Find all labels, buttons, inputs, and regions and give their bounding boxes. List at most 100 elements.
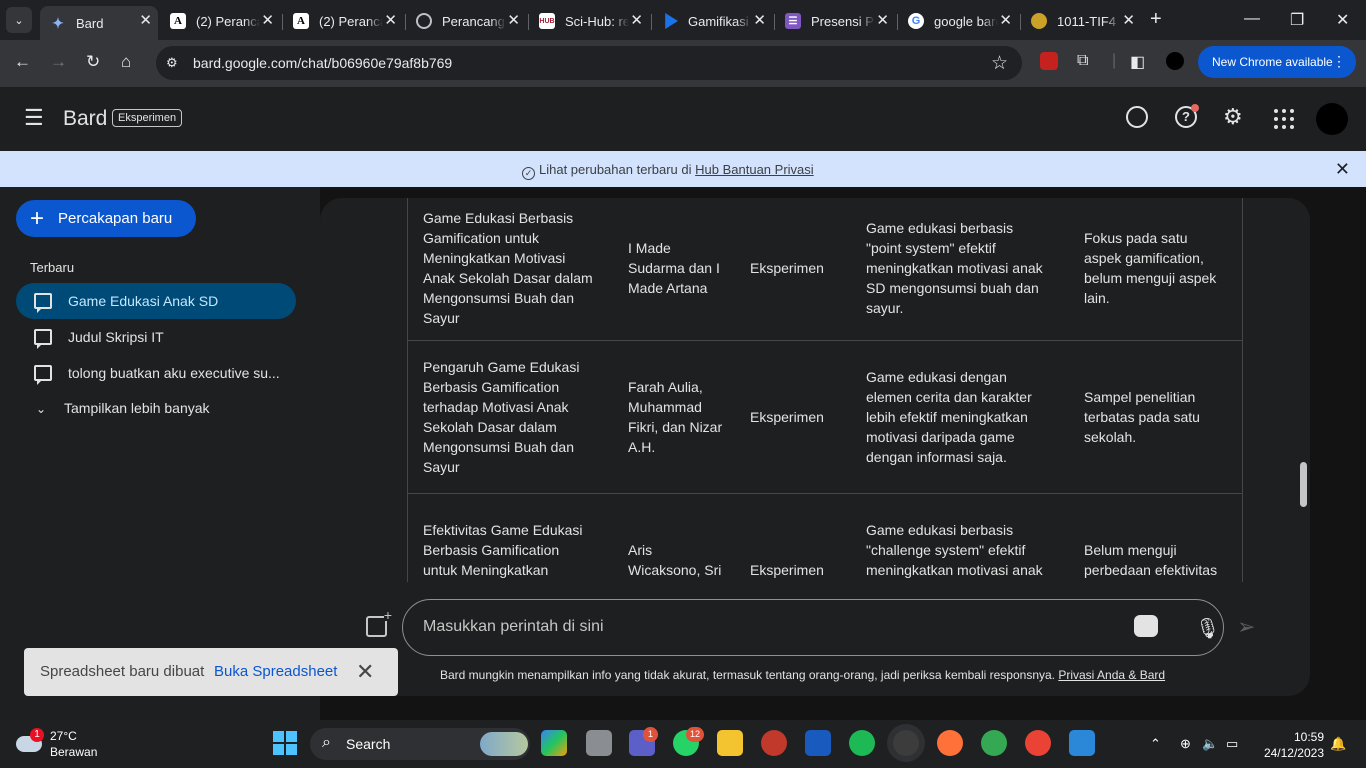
side-panel-icon[interactable]: ◧ <box>1130 52 1145 72</box>
open-spreadsheet-button[interactable]: Buka Spreadsheet <box>214 663 337 680</box>
teams-badge: 1 <box>643 727 658 742</box>
conversation-item[interactable]: Game Edukasi Anak SD <box>16 283 296 319</box>
bard-header: ☰ Bard Eksperimen ? ⚙ <box>0 87 1366 151</box>
privacy-link[interactable]: Privasi Anda & Bard <box>1058 668 1165 682</box>
weather-temperature: 27°C <box>50 729 77 743</box>
spotify-icon[interactable] <box>849 730 875 756</box>
tab-scihub[interactable]: HUB Sci-Hub: removing ✕ <box>529 6 649 36</box>
close-tab-icon[interactable]: ✕ <box>261 13 274 29</box>
url-text[interactable]: bard.google.com/chat/b06960e79af8b769 <box>193 55 452 71</box>
prompt-input[interactable]: Masukkan perintah di sini 🎙 <box>402 599 1224 656</box>
close-banner-icon[interactable]: ✕ <box>1335 159 1350 180</box>
close-window-icon[interactable]: ✕ <box>1336 10 1349 30</box>
conversation-item[interactable]: Judul Skripsi IT <box>16 319 296 355</box>
address-bar[interactable]: ⚙ bard.google.com/chat/b06960e79af8b769 … <box>156 46 1022 80</box>
academia-icon: A <box>170 13 186 29</box>
banner-message: ✓ Lihat perubahan terbaru di Hub Bantuan … <box>522 162 814 180</box>
activity-history-icon[interactable] <box>1126 106 1148 128</box>
chat-bubble-icon <box>34 329 52 349</box>
forward-icon[interactable]: → <box>50 52 67 72</box>
chrome-profile-w-icon[interactable] <box>981 730 1007 756</box>
tab-title: Presensi Perkuliahan <box>811 13 875 29</box>
site-info-icon[interactable]: ⚙ <box>166 55 178 71</box>
extension-chip-icon[interactable] <box>1134 615 1158 637</box>
tab-presensi[interactable]: ☰ Presensi Perkuliahan ✕ <box>775 6 895 36</box>
table-cell-limitation: Belum menguji perbedaan efektivitas terh… <box>1068 493 1243 582</box>
bookmark-star-icon[interactable]: ☆ <box>991 52 1008 75</box>
language-globe-icon[interactable]: ⊕ <box>1180 736 1191 752</box>
tab-perancangan-2[interactable]: A (2) Perancangan ✕ <box>283 6 403 36</box>
whatsapp-badge: 12 <box>686 727 704 742</box>
new-chat-button[interactable]: + Percakapan baru <box>16 200 196 237</box>
close-tab-icon[interactable]: ✕ <box>999 13 1012 29</box>
firefox-icon[interactable] <box>937 730 963 756</box>
tab-1011-tif4[interactable]: 1011-TIF4 ✕ <box>1021 6 1141 36</box>
table-cell-title: Game Edukasi Berbasis Gamification untuk… <box>407 198 612 341</box>
settings-gear-icon[interactable]: ⚙ <box>1223 104 1243 130</box>
back-icon[interactable]: ← <box>14 52 31 72</box>
conversation-label: tolong buatkan aku executive su... <box>68 365 280 381</box>
show-hidden-icons-icon[interactable]: ⌃ <box>1150 736 1161 752</box>
upload-image-icon[interactable] <box>366 609 392 637</box>
windows-start-icon[interactable] <box>273 731 297 755</box>
show-more-button[interactable]: ⌄ Tampilkan lebih banyak <box>36 400 210 416</box>
tab-google-bard[interactable]: G google bard ✕ <box>898 6 1018 36</box>
close-tab-icon[interactable]: ✕ <box>139 13 152 29</box>
chrome-active-icon[interactable] <box>893 730 919 756</box>
new-chrome-available-button[interactable]: New Chrome available ⋮ <box>1198 46 1356 78</box>
tab-perancangan-1[interactable]: A (2) Perancangan ✕ <box>160 6 280 36</box>
snackbar-message: Spreadsheet baru dibuat <box>40 663 205 680</box>
tab-gamifikasi[interactable]: Gamifikasi ✕ <box>652 6 772 36</box>
weather-widget[interactable]: 1 27°C Berawan <box>16 728 106 762</box>
tab-title: google bard <box>934 13 998 29</box>
profile-avatar[interactable] <box>1166 52 1184 70</box>
main-menu-icon[interactable]: ☰ <box>24 107 44 129</box>
new-tab-icon[interactable]: + <box>1150 8 1162 30</box>
close-snackbar-icon[interactable]: ✕ <box>356 659 374 685</box>
notification-bell-icon[interactable]: 🔔 <box>1330 736 1346 752</box>
chrome-profile-w2-icon[interactable] <box>1025 730 1051 756</box>
send-icon[interactable]: ➢ <box>1237 614 1255 640</box>
close-tab-icon[interactable]: ✕ <box>1122 13 1135 29</box>
volume-icon[interactable]: 🔈 <box>1202 736 1218 752</box>
more-menu-icon[interactable]: ⋮ <box>1332 53 1346 70</box>
tab-search-button[interactable]: ⌄ <box>6 7 32 33</box>
privacy-hub-link[interactable]: Hub Bantuan Privasi <box>695 162 814 177</box>
tab-perancangan-3[interactable]: Perancangan ✕ <box>406 6 526 36</box>
table-cell-authors: Farah Aulia, Muhammad Fikri, dan Nizar A… <box>612 340 744 494</box>
task-view-icon[interactable] <box>586 730 612 756</box>
battery-icon[interactable]: ▭ <box>1226 736 1238 752</box>
restore-icon[interactable]: ❐ <box>1290 10 1304 30</box>
app-title[interactable]: Bard <box>63 107 107 131</box>
app-mascot-icon[interactable] <box>761 730 787 756</box>
extension-red-icon[interactable] <box>1040 52 1058 70</box>
chat-scrollbar-thumb[interactable] <box>1300 462 1307 507</box>
conversation-item[interactable]: tolong buatkan aku executive su... <box>16 355 296 391</box>
photos-icon[interactable] <box>1069 730 1095 756</box>
table-cell-finding: Game edukasi dengan elemen cerita dan ka… <box>850 340 1068 494</box>
google-apps-icon[interactable] <box>1274 109 1294 129</box>
reload-icon[interactable]: ↻ <box>86 52 100 72</box>
prompt-placeholder: Masukkan perintah di sini <box>423 618 604 635</box>
system-clock[interactable]: 10:59 24/12/2023 <box>1256 729 1324 761</box>
copilot-icon[interactable] <box>541 730 567 756</box>
word-icon[interactable] <box>805 730 831 756</box>
close-tab-icon[interactable]: ✕ <box>507 13 520 29</box>
microphone-icon[interactable]: 🎙 <box>1195 616 1220 641</box>
home-icon[interactable]: ⌂ <box>121 52 131 72</box>
toolbar-divider: | <box>1112 52 1117 69</box>
close-tab-icon[interactable]: ✕ <box>753 13 766 29</box>
extensions-puzzle-icon[interactable]: ⧉ <box>1077 52 1088 70</box>
close-tab-icon[interactable]: ✕ <box>630 13 643 29</box>
table-cell-method: Eksperimen <box>744 340 850 494</box>
close-tab-icon[interactable]: ✕ <box>876 13 889 29</box>
tab-bard[interactable]: ✦ Bard ✕ <box>40 6 158 40</box>
taskbar-search[interactable]: ⌕ Search <box>310 728 530 760</box>
minimize-icon[interactable]: — <box>1244 10 1260 28</box>
account-avatar[interactable] <box>1316 103 1348 135</box>
file-explorer-icon[interactable] <box>717 730 743 756</box>
weather-description: Berawan <box>50 745 98 759</box>
table-cell-title: Efektivitas Game Edukasi Berbasis Gamifi… <box>407 493 612 582</box>
campus-icon <box>1031 13 1047 29</box>
close-tab-icon[interactable]: ✕ <box>384 13 397 29</box>
